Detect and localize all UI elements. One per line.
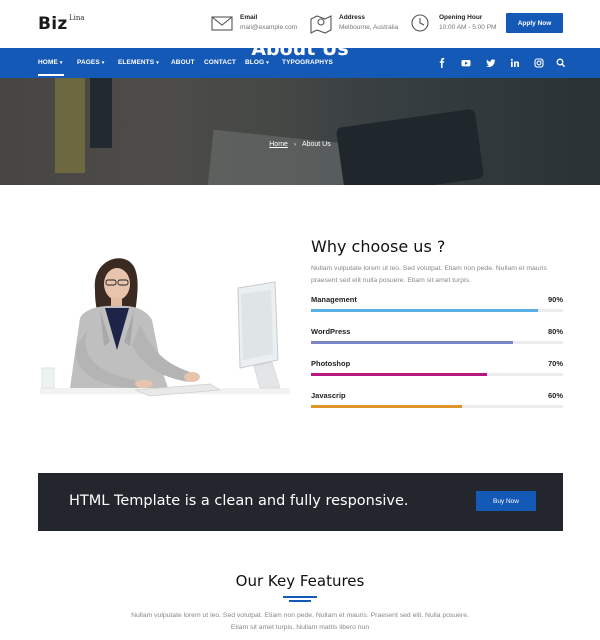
nav-label: HOME: [38, 59, 58, 66]
chevron-down-icon: ▾: [59, 60, 63, 66]
header-email-value: mail@example.com: [240, 24, 298, 31]
page-banner: [0, 78, 600, 185]
skill-percent: 70%: [547, 359, 563, 368]
apply-now-button[interactable]: Apply Now: [506, 13, 563, 33]
nav-item-typographys[interactable]: TYPOGRAPHYS: [282, 59, 333, 66]
nav-item-contact[interactable]: CONTACT: [204, 59, 236, 66]
nav-item-home[interactable]: HOME ▾: [38, 59, 63, 66]
nav-label: CONTACT: [204, 59, 236, 66]
header-hours-title: Opening Hour: [439, 14, 483, 21]
nav-label: PAGES: [77, 59, 100, 66]
skill-track: [311, 405, 563, 408]
page-title: About Us: [251, 38, 349, 60]
skill-track: [311, 309, 563, 312]
banner-bg-shape: [207, 129, 373, 185]
breadcrumb-home-link[interactable]: Home: [269, 141, 288, 148]
skill-label: WordPress: [311, 327, 351, 336]
header-address-title: Address: [339, 14, 366, 21]
features-description: Nullam vulputate lorem ut leo. Sed volut…: [131, 612, 469, 631]
nav-item-pages[interactable]: PAGES ▾: [77, 59, 104, 66]
breadcrumb: Home › About Us: [0, 141, 600, 148]
skill-label: Management: [311, 295, 357, 304]
header-hours: Opening Hour 10:00 AM - 5:00 PM: [409, 12, 496, 34]
nav-label: BLOG: [245, 59, 265, 66]
logo[interactable]: Biz: [38, 14, 68, 34]
chevron-down-icon: ▾: [266, 60, 269, 66]
cta-banner: HTML Template is a clean and fully respo…: [38, 473, 563, 531]
nav-label: TYPOGRAPHYS: [282, 59, 333, 66]
logo-sup: Lina: [69, 14, 85, 22]
skill-fill: [311, 405, 463, 408]
map-icon: [310, 15, 332, 34]
features-title: Our Key Features: [235, 572, 365, 590]
title-divider: [289, 600, 311, 602]
breadcrumb-separator-icon: ›: [293, 142, 296, 148]
header-address: Address Melbourne, Australia: [309, 12, 398, 34]
cta-text: HTML Template is a clean and fully respo…: [69, 493, 409, 509]
nav-label: ABOUT: [171, 59, 195, 66]
skill-percent: 80%: [547, 327, 563, 336]
envelope-icon: [211, 16, 233, 31]
skill-percent: 60%: [547, 391, 563, 400]
nav-item-blog[interactable]: BLOG ▾: [245, 59, 269, 66]
banner-bg-shape: [55, 78, 85, 173]
chevron-down-icon: ▾: [101, 60, 105, 66]
breadcrumb-current: About Us: [301, 141, 331, 148]
skill-fill: [311, 309, 538, 312]
nav-item-about[interactable]: ABOUT: [171, 59, 195, 66]
skill-label: Javascrip: [311, 391, 346, 400]
header-address-value: Melbourne, Australia: [339, 24, 399, 31]
header-email-title: Email: [240, 14, 258, 21]
buy-now-button[interactable]: Buy Now: [476, 491, 536, 511]
clock-icon: [411, 14, 429, 32]
header-email: Email mail@example.com: [210, 12, 297, 34]
skill-track: [311, 341, 563, 344]
nav-label: ELEMENTS: [118, 59, 155, 66]
nav-item-elements[interactable]: ELEMENTS ▾: [118, 59, 159, 66]
title-divider: [283, 596, 317, 598]
woman-at-computer-image: [40, 258, 290, 397]
skill-fill: [311, 373, 488, 376]
banner-bg-shape: [90, 78, 112, 148]
section-description: Nullam vulputate lorem ut leo. Sed volut…: [311, 265, 547, 284]
section-title: Why choose us ?: [311, 237, 446, 256]
nav-active-indicator: [38, 74, 64, 76]
header-hours-value: 10:00 AM - 5:00 PM: [439, 24, 497, 31]
skill-percent: 90%: [547, 295, 563, 304]
skill-track: [311, 373, 563, 376]
chevron-down-icon: ▾: [156, 60, 159, 66]
skill-label: Photoshop: [311, 359, 351, 368]
skill-fill: [311, 341, 513, 344]
